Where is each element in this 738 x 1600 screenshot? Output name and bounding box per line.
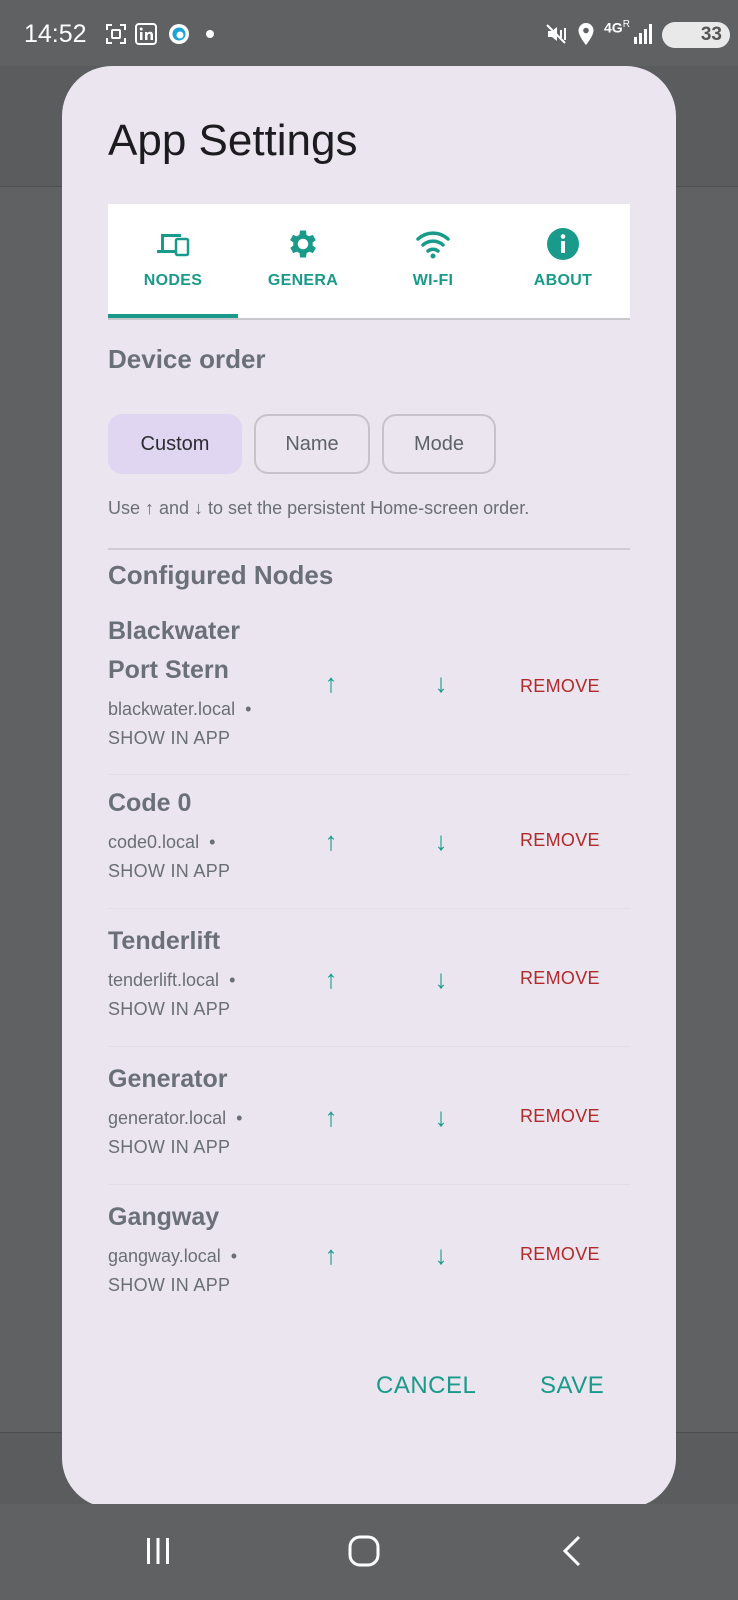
node-item: Gangway gangway.local • SHOW IN APP ↑ ↓ …	[108, 1198, 630, 1322]
order-name-chip[interactable]: Name	[254, 414, 370, 474]
node-item: Code 0 code0.local • SHOW IN APP ↑ ↓ REM…	[108, 784, 630, 909]
node-separator	[108, 1046, 630, 1047]
remove-button[interactable]: REMOVE	[520, 830, 600, 851]
remove-button[interactable]: REMOVE	[520, 1244, 600, 1265]
show-in-app-toggle[interactable]: SHOW IN APP	[108, 1275, 630, 1296]
move-up-button[interactable]: ↑	[316, 964, 346, 995]
tab-label: ABOUT	[533, 272, 593, 289]
screenshot-icon	[104, 22, 128, 46]
mute-vibrate-icon	[544, 22, 570, 46]
show-in-app-toggle[interactable]: SHOW IN APP	[108, 728, 630, 749]
tab-selected-indicator	[108, 314, 238, 318]
save-button[interactable]: SAVE	[540, 1372, 604, 1400]
app-settings-dialog: App Settings NODES GENERA WI-FI ABOUT De…	[62, 66, 676, 1508]
network-type: 4GR	[604, 19, 630, 36]
info-icon	[545, 226, 581, 262]
device-order-title: Device order	[108, 344, 266, 374]
dialog-title: App Settings	[108, 116, 358, 165]
linkedin-icon	[134, 22, 158, 46]
location-icon	[576, 22, 596, 46]
node-name: Gangway	[108, 1203, 220, 1231]
back-icon[interactable]	[542, 1526, 602, 1576]
move-down-button[interactable]: ↓	[426, 668, 456, 699]
move-up-button[interactable]: ↑	[316, 826, 346, 857]
dot-icon	[204, 22, 216, 46]
move-up-button[interactable]: ↑	[316, 668, 346, 699]
tab-wifi[interactable]: WI-FI	[368, 204, 498, 318]
node-separator	[108, 908, 630, 909]
node-item: Tenderlift tenderlift.local • SHOW IN AP…	[108, 922, 630, 1047]
wifi-icon	[415, 226, 451, 262]
remove-button[interactable]: REMOVE	[520, 1106, 600, 1127]
settings-tabs: NODES GENERA WI-FI ABOUT	[108, 204, 630, 320]
order-hint: Use ↑ and ↓ to set the persistent Home-s…	[108, 498, 530, 518]
move-down-button[interactable]: ↓	[426, 964, 456, 995]
node-item: Blackwater Port Stern blackwater.local •…	[108, 612, 630, 775]
node-name: Tenderlift	[108, 927, 221, 955]
node-item: Generator generator.local • SHOW IN APP …	[108, 1060, 630, 1185]
gear-icon	[285, 226, 321, 262]
cancel-button[interactable]: CANCEL	[376, 1372, 476, 1400]
edge-icon	[166, 22, 192, 46]
move-down-button[interactable]: ↓	[426, 1102, 456, 1133]
remove-button[interactable]: REMOVE	[520, 676, 600, 697]
move-down-button[interactable]: ↓	[426, 826, 456, 857]
move-up-button[interactable]: ↑	[316, 1102, 346, 1133]
show-in-app-toggle[interactable]: SHOW IN APP	[108, 999, 630, 1020]
tab-label: NODES	[143, 272, 203, 289]
tab-label: WI-FI	[412, 272, 454, 289]
node-name: Code 0	[108, 789, 192, 817]
tab-label: GENERA	[267, 272, 339, 289]
node-name: Generator	[108, 1065, 228, 1093]
navigation-bar	[0, 1504, 738, 1600]
show-in-app-toggle[interactable]: SHOW IN APP	[108, 1137, 630, 1158]
signal-icon	[632, 22, 654, 46]
configured-nodes-title: Configured Nodes	[108, 560, 334, 590]
node-separator	[108, 774, 630, 775]
status-bar: 14:52 4GR 33	[0, 0, 738, 66]
battery-level: 33	[700, 24, 722, 45]
order-custom-chip[interactable]: Custom	[108, 414, 242, 474]
node-separator	[108, 1184, 630, 1185]
devices-icon	[155, 226, 191, 262]
divider	[108, 548, 630, 550]
battery-icon: 33	[662, 22, 730, 48]
tab-general[interactable]: GENERA	[238, 204, 368, 318]
show-in-app-toggle[interactable]: SHOW IN APP	[108, 861, 630, 882]
move-up-button[interactable]: ↑	[316, 1240, 346, 1271]
remove-button[interactable]: REMOVE	[520, 968, 600, 989]
home-icon[interactable]	[334, 1526, 394, 1576]
node-name: Blackwater	[108, 617, 241, 645]
tab-nodes[interactable]: NODES	[108, 204, 238, 318]
tab-about[interactable]: ABOUT	[498, 204, 628, 318]
order-mode-chip[interactable]: Mode	[382, 414, 496, 474]
recents-icon[interactable]	[128, 1526, 188, 1576]
status-time: 14:52	[24, 20, 87, 48]
move-down-button[interactable]: ↓	[426, 1240, 456, 1271]
